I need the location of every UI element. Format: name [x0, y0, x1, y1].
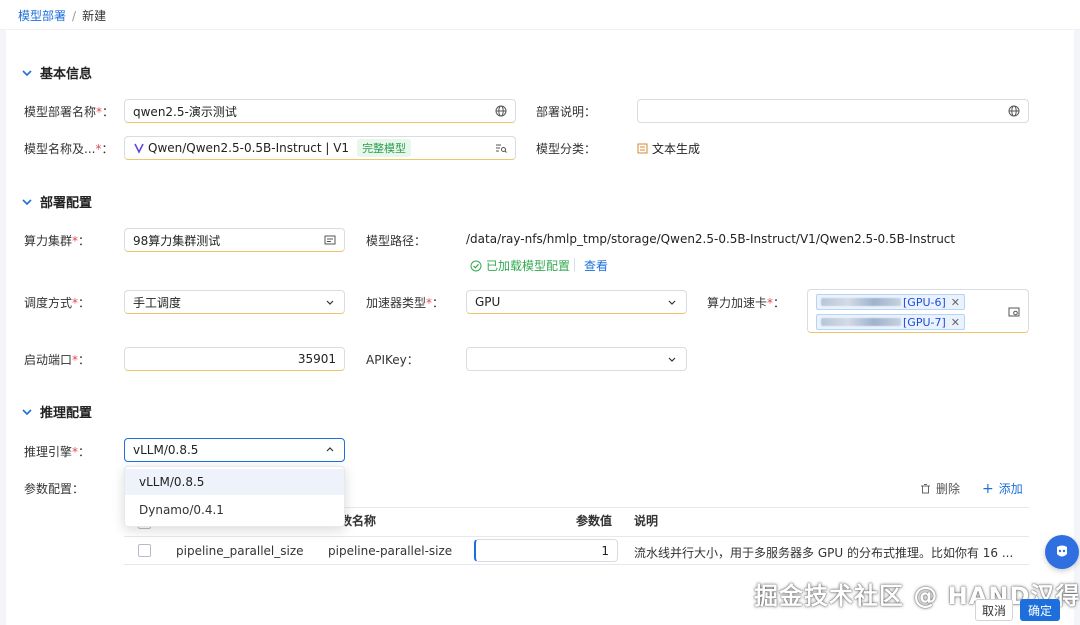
right-gutter: [1074, 30, 1080, 625]
chevron-down-icon: [668, 357, 676, 362]
divider: [574, 258, 575, 272]
inference-engine-label: 推理引擎*：: [24, 445, 91, 459]
breadcrumb-current: 新建: [82, 9, 107, 23]
model-name-label: 模型名称及...*：: [24, 142, 114, 156]
accel-card-chip[interactable]: [GPU-7] ✕: [816, 314, 965, 330]
start-port-input[interactable]: 35901: [124, 347, 345, 371]
selected-cards: [GPU-6] ✕ [GPU-7] ✕: [816, 292, 1008, 332]
row-param-value-input[interactable]: 1: [474, 539, 618, 562]
remove-chip-icon[interactable]: ✕: [951, 316, 960, 329]
chevron-down-icon: [22, 198, 32, 205]
globe-icon[interactable]: [1008, 105, 1020, 117]
deploy-desc-label: 部署说明：: [536, 105, 597, 119]
row-checkbox[interactable]: [138, 544, 151, 557]
apikey-label: APIKey：: [366, 353, 419, 367]
accelerator-card-label: 算力加速卡*：: [707, 296, 786, 310]
left-gutter: [0, 30, 6, 625]
chevron-down-icon: [326, 300, 334, 305]
chevron-down-icon: [22, 69, 32, 76]
confirm-button[interactable]: 确定: [1020, 599, 1060, 621]
model-path-value: /data/ray-nfs/hmlp_tmp/storage/Qwen2.5-0…: [466, 232, 956, 246]
breadcrumb: 模型部署 / 新建: [18, 7, 106, 24]
table-row-border: [124, 564, 1029, 565]
accelerator-type-select[interactable]: GPU: [466, 290, 687, 314]
model-deploy-name-input[interactable]: qwen2.5-演示测试: [124, 99, 516, 123]
inference-engine-dropdown: vLLM/0.8.5 Dynamo/0.4.1: [124, 466, 345, 527]
lookup-icon[interactable]: [324, 234, 336, 246]
view-config-link[interactable]: 查看: [584, 257, 608, 274]
engine-option[interactable]: Dynamo/0.4.1: [125, 497, 344, 523]
schedule-mode-select[interactable]: 手工调度: [124, 290, 345, 314]
section-basic-info[interactable]: 基本信息: [20, 63, 92, 82]
start-port-label: 启动端口*：: [24, 353, 91, 367]
breadcrumb-separator: /: [72, 9, 77, 23]
row-description: 流水线并行大小，用于多服务器多 GPU 的分布式推理。比如你有 16 ...: [634, 546, 1014, 560]
model-deploy-name-label: 模型部署名称*：: [24, 105, 115, 119]
redacted-address: [821, 298, 901, 306]
redacted-address: [821, 318, 901, 326]
chevron-down-icon: [668, 300, 676, 305]
accelerator-card-multiselect[interactable]: [GPU-6] ✕ [GPU-7] ✕: [807, 289, 1029, 333]
model-category-value: 文本生成: [637, 140, 700, 157]
chevron-up-icon: [326, 447, 334, 452]
model-path-label: 模型路径：: [366, 234, 427, 248]
breadcrumb-parent-link[interactable]: 模型部署: [18, 9, 66, 23]
check-circle-icon: [470, 260, 482, 271]
document-icon: [637, 143, 648, 154]
params-config-label: 参数配置：: [24, 482, 85, 496]
table-header-border: [124, 536, 1029, 537]
remove-chip-icon[interactable]: ✕: [951, 296, 960, 309]
engine-option[interactable]: vLLM/0.8.5: [125, 469, 344, 495]
assistant-float-button[interactable]: [1045, 535, 1079, 569]
model-name-select[interactable]: Qwen/Qwen2.5-0.5B-Instruct | V1 完整模型: [124, 136, 516, 160]
col-param-name: 数名称: [340, 514, 377, 528]
accelerator-type-label: 加速器类型*：: [366, 296, 445, 310]
assistant-icon: [1057, 545, 1067, 557]
section-deploy-title: 部署配置: [40, 196, 93, 211]
model-category-label: 模型分类：: [536, 142, 597, 156]
delete-button[interactable]: 删除: [920, 480, 960, 497]
section-inference-config[interactable]: 推理配置: [20, 402, 92, 421]
model-logo-icon: [134, 143, 144, 154]
inference-engine-select[interactable]: vLLM/0.8.5: [124, 438, 345, 462]
trash-icon: [921, 484, 930, 494]
lookup-icon[interactable]: [1008, 306, 1020, 318]
add-button[interactable]: + 添加: [982, 480, 1023, 497]
top-bar: 模型部署 / 新建: [0, 0, 1080, 30]
section-inference-title: 推理配置: [40, 406, 93, 421]
cancel-button[interactable]: 取消: [975, 599, 1013, 621]
chevron-down-icon: [22, 408, 32, 415]
col-param-value: 参数值: [576, 514, 613, 528]
model-name-value: Qwen/Qwen2.5-0.5B-Instruct | V1: [148, 141, 350, 155]
compute-cluster-select[interactable]: 98算力集群测试: [124, 228, 345, 252]
row-param-key: pipeline_parallel_size: [176, 544, 304, 558]
schedule-mode-label: 调度方式*：: [24, 296, 91, 310]
plus-icon: +: [982, 480, 994, 497]
model-config-loaded-status: 已加载模型配置: [470, 257, 570, 274]
col-description: 说明: [634, 514, 659, 528]
apikey-select[interactable]: [466, 347, 687, 371]
deploy-desc-input[interactable]: [637, 99, 1029, 123]
row-param-name: pipeline-parallel-size: [328, 544, 453, 558]
globe-icon[interactable]: [495, 105, 507, 117]
accel-card-chip[interactable]: [GPU-6] ✕: [816, 294, 965, 310]
lookup-icon[interactable]: [495, 142, 507, 154]
section-deploy-config[interactable]: 部署配置: [20, 192, 92, 211]
compute-cluster-label: 算力集群*：: [24, 234, 91, 248]
section-basic-title: 基本信息: [40, 67, 93, 82]
full-model-tag: 完整模型: [357, 139, 412, 157]
